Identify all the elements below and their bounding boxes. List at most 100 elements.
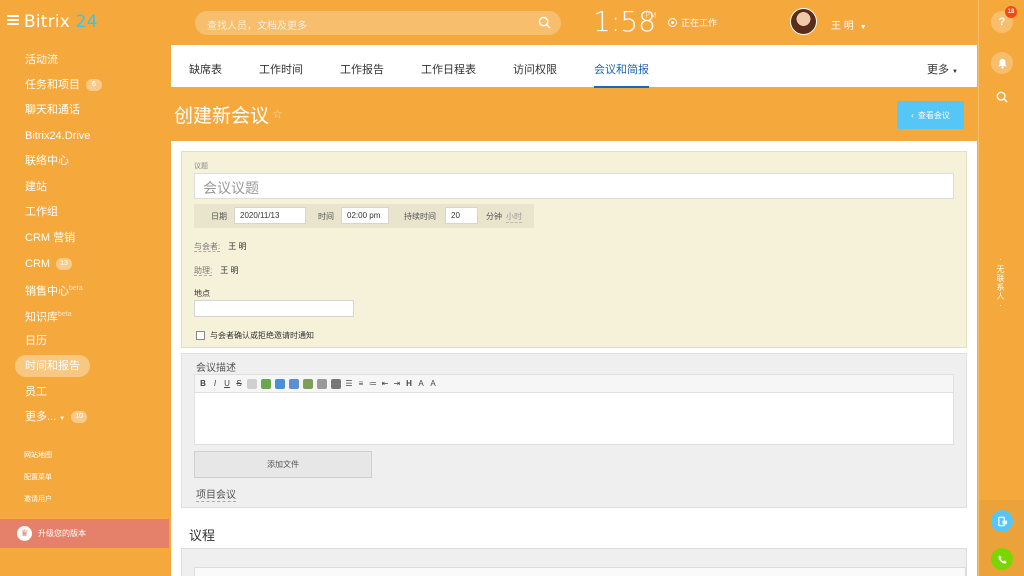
tab-worktime[interactable]: 工作时间: [259, 61, 303, 77]
sidebar-item-time-reports[interactable]: 时间和报告: [15, 355, 90, 377]
quote-icon[interactable]: [331, 378, 341, 389]
invite-users-link[interactable]: 邀请用户: [24, 494, 52, 504]
configure-menu-link[interactable]: 配置菜单: [24, 472, 52, 482]
sidebar-item-more[interactable]: 更多... ▼ 10: [15, 406, 97, 428]
clock[interactable]: 1:58 PM: [593, 5, 657, 38]
description-editor[interactable]: [194, 393, 954, 445]
italic-button[interactable]: I: [211, 379, 219, 388]
tab-work-reports[interactable]: 工作报告: [340, 61, 384, 77]
strike-button[interactable]: S: [235, 379, 243, 388]
sidebar-item-label: 销售中心: [25, 285, 69, 298]
assistant-link[interactable]: 助理:: [194, 266, 213, 276]
screen-share-button[interactable]: [991, 510, 1013, 532]
sidebar-item-label: Bitrix24.Drive: [25, 130, 91, 142]
globe-icon[interactable]: [275, 378, 285, 389]
notifications-button[interactable]: [991, 52, 1013, 74]
sidebar-item-label: 员工: [25, 386, 47, 398]
numbered-list-icon[interactable]: ≡: [357, 379, 365, 388]
tab-more[interactable]: 更多 ▼: [927, 61, 958, 77]
sidebar-item-workgroups[interactable]: 工作组: [15, 201, 68, 223]
sitemap-link[interactable]: 网站地图: [24, 450, 52, 460]
search-input[interactable]: 查找人员，文档及更多: [207, 17, 307, 32]
tab-meetings[interactable]: 会议和简报: [594, 61, 649, 88]
link-icon[interactable]: [261, 378, 271, 389]
sidebar-item-knowledge-base[interactable]: 知识库beta: [15, 304, 82, 326]
time-input[interactable]: 02:00 pm: [341, 207, 389, 224]
view-meetings-button[interactable]: ‹ 查看会议: [897, 101, 964, 129]
upgrade-button[interactable]: ♛ 升级您的版本: [0, 519, 169, 548]
sidebar-item-sales-center[interactable]: 销售中心beta: [15, 278, 93, 300]
location-input[interactable]: [194, 300, 354, 317]
help-icon: ?: [998, 16, 1006, 28]
hours-option[interactable]: 小时: [506, 211, 522, 223]
eraser-icon[interactable]: [247, 378, 257, 389]
description-title: 会议描述: [196, 363, 236, 374]
agenda-input[interactable]: [194, 567, 966, 576]
date-time-row: 日期 2020/11/13 时间 02:00 pm 持续时间 20 分钟 小时: [194, 204, 534, 228]
sidebar-item-crm-marketing[interactable]: CRM 营销: [15, 227, 85, 249]
tab-absence[interactable]: 缺席表: [189, 61, 222, 77]
sidebar-item-employees[interactable]: 员工: [15, 381, 57, 403]
bullet-list-icon[interactable]: ≔: [369, 379, 377, 388]
clock-time: 1:58: [593, 5, 656, 38]
outdent-icon[interactable]: ⇤: [381, 379, 389, 388]
sidebar-item-contact-center[interactable]: 联络中心: [15, 150, 79, 172]
work-status[interactable]: 正在工作: [668, 16, 717, 29]
star-icon[interactable]: ☆: [272, 108, 284, 120]
bold-button[interactable]: B: [199, 379, 207, 388]
topic-input[interactable]: 会议议题: [194, 173, 954, 199]
view-meetings-label: 查看会议: [917, 110, 950, 120]
attendees-link[interactable]: 与会者:: [194, 242, 221, 252]
notify-checkbox[interactable]: [196, 331, 205, 340]
right-rail: ? 18 · 无联系人 ·: [978, 0, 1024, 576]
editor-toolbar: B I U S ☰ ≡ ≔ ⇤ ⇥ H A A: [194, 374, 954, 393]
logo[interactable]: Bitrix 24: [24, 12, 98, 32]
align-icon[interactable]: ☰: [345, 379, 353, 388]
tab-access[interactable]: 访问权限: [513, 61, 557, 77]
date-input[interactable]: 2020/11/13: [234, 207, 306, 224]
font-color-button[interactable]: A: [417, 379, 425, 388]
sidebar-item-sites[interactable]: 建站: [15, 176, 57, 198]
status-dot-icon: [668, 18, 677, 27]
rail-bottom-area: [979, 500, 1024, 576]
help-button[interactable]: ? 18: [991, 6, 1017, 33]
underline-button[interactable]: U: [223, 379, 231, 388]
font-size-button[interactable]: A: [429, 379, 437, 388]
top-bar: Bitrix 24 查找人员，文档及更多 1:58 PM 正在工作 王 明 ▼: [0, 0, 978, 45]
user-menu[interactable]: 王 明 ▼: [831, 17, 867, 32]
duration-label: 持续时间: [404, 212, 436, 221]
meeting-form: 议题 会议议题 日期 2020/11/13 时间 02:00 pm 持续时间 2…: [181, 151, 967, 348]
tab-schedule[interactable]: 工作日程表: [421, 61, 476, 77]
beta-tag: beta: [58, 311, 72, 318]
phone-button[interactable]: [991, 548, 1013, 570]
rail-search-button[interactable]: [991, 86, 1013, 108]
image-icon[interactable]: [289, 378, 299, 389]
sidebar-item-chat[interactable]: 聊天和通话: [15, 99, 90, 121]
duration-input[interactable]: 20: [445, 207, 478, 224]
search-icon[interactable]: [538, 16, 551, 29]
count-badge: 10: [71, 411, 88, 424]
avatar[interactable]: [790, 8, 817, 35]
chevron-left-icon: ‹: [911, 110, 914, 120]
minutes-option[interactable]: 分钟: [486, 211, 502, 222]
sidebar-item-crm[interactable]: CRM 13: [15, 253, 82, 275]
table-icon[interactable]: [317, 378, 327, 389]
contacts-vertical-label[interactable]: · 无联系人 ·: [995, 258, 1006, 308]
sidebar-item-label: 工作组: [25, 206, 58, 218]
indent-icon[interactable]: ⇥: [393, 379, 401, 388]
work-status-label: 正在工作: [681, 18, 718, 28]
sidebar-item-calendar[interactable]: 日历: [15, 330, 57, 352]
sidebar-item-activity[interactable]: 活动流: [15, 49, 68, 71]
search-box[interactable]: 查找人员，文档及更多: [195, 11, 561, 35]
video-icon[interactable]: [303, 378, 313, 389]
sidebar-item-label: 建站: [25, 181, 47, 193]
project-meeting-link[interactable]: 项目会议: [196, 486, 236, 502]
heading-button[interactable]: H: [405, 379, 413, 388]
page-title: 创建新会议: [174, 105, 270, 127]
sidebar-item-drive[interactable]: Bitrix24.Drive: [15, 125, 100, 147]
main-content: 议题 会议议题 日期 2020/11/13 时间 02:00 pm 持续时间 2…: [171, 141, 977, 576]
notify-checkbox-row[interactable]: 与会者确认或拒绝邀请时通知: [196, 330, 314, 341]
menu-burger-icon[interactable]: [7, 15, 19, 25]
sidebar-item-tasks[interactable]: 任务和项目 6: [15, 74, 112, 96]
add-file-button[interactable]: 添加文件: [194, 451, 372, 478]
